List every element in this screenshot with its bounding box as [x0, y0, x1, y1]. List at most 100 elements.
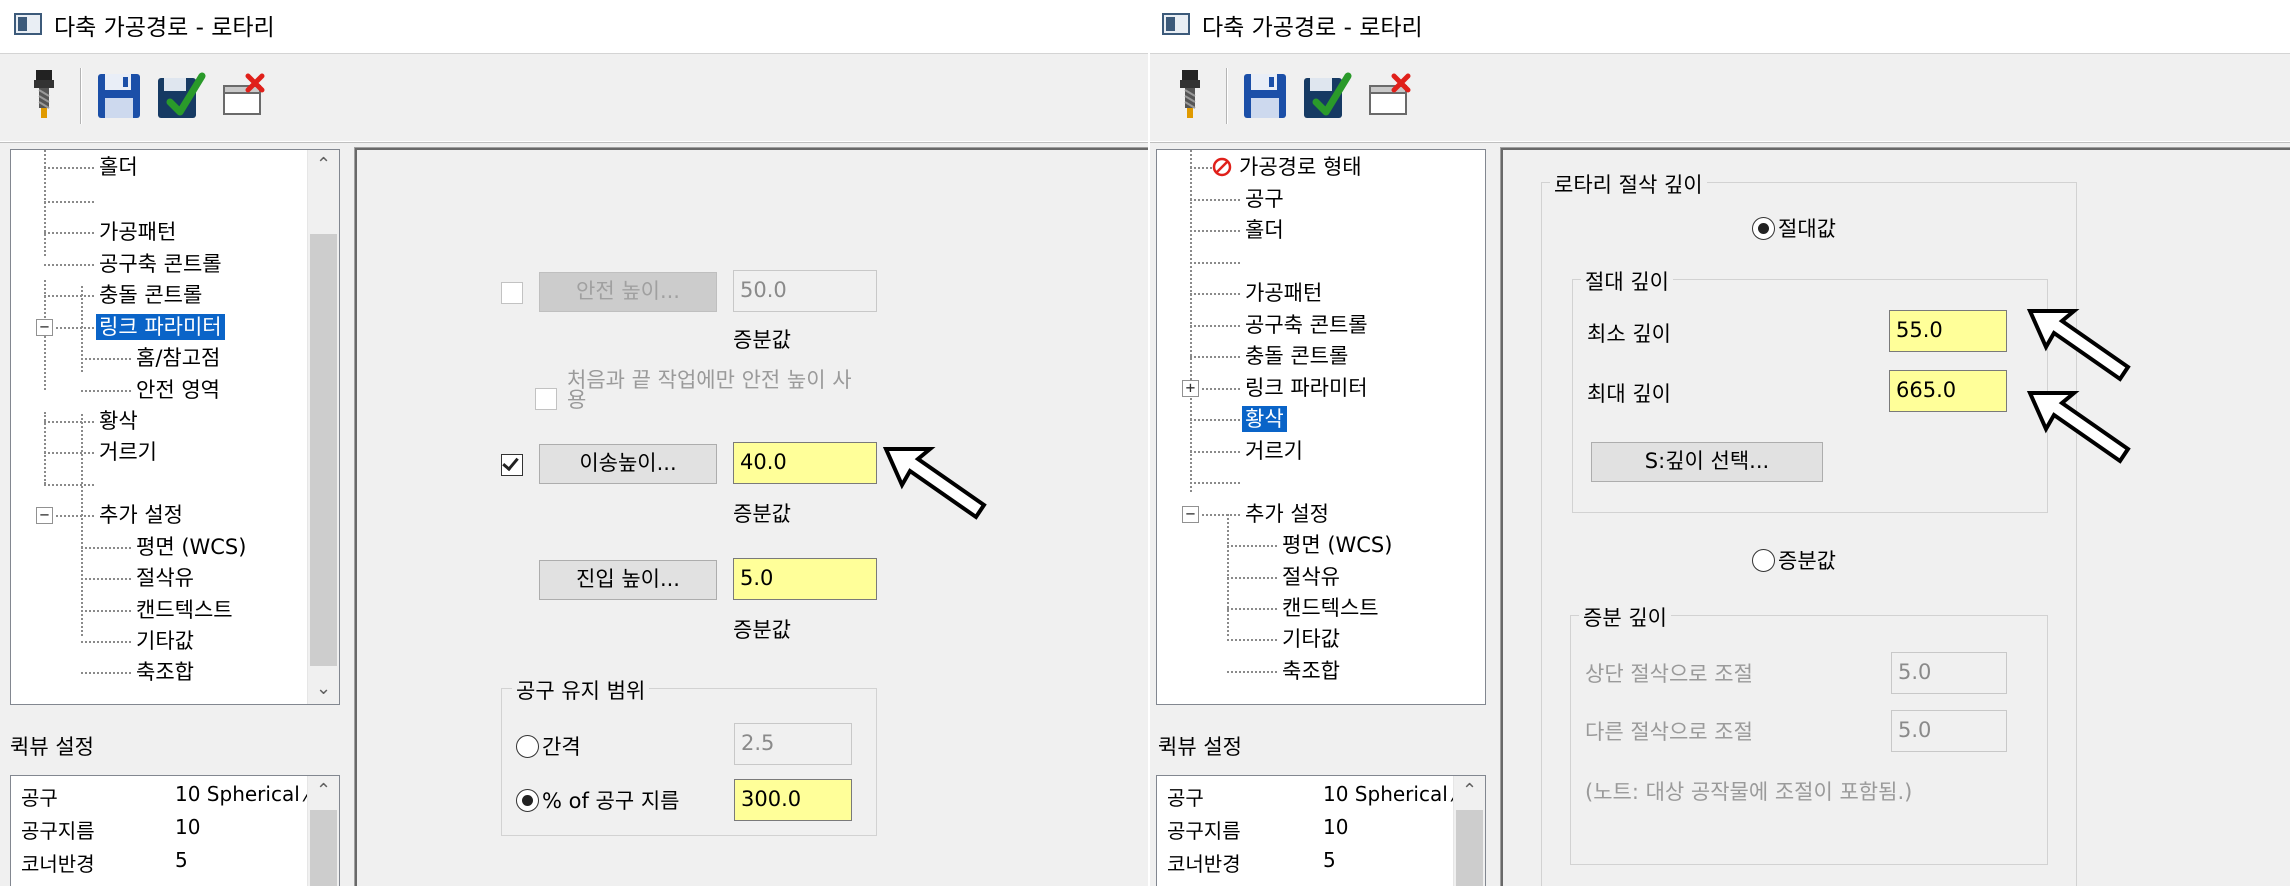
qv-value-tool-diameter: 10	[1323, 815, 1349, 839]
incremental-note: (노트: 대상 공작물에 조절이 포함됨.)	[1585, 780, 1913, 804]
tree-item-plane-wcs[interactable]: 평면 (WCS)	[1279, 532, 1395, 558]
tree-scrollbar[interactable]: ⌃ ⌄	[307, 150, 339, 704]
collapse-toggle-link-params[interactable]: −	[36, 319, 53, 336]
retract-height-checkbox[interactable]	[501, 453, 523, 476]
delete-icon[interactable]	[1364, 68, 1414, 124]
tree-item-toolpath-type[interactable]: 가공경로 형태	[1236, 154, 1365, 180]
plunge-height-mode[interactable]: 증분값	[733, 614, 791, 644]
plunge-height-field[interactable]: 5.0	[733, 558, 877, 600]
tree-item-plane-wcs[interactable]: 평면 (WCS)	[133, 534, 249, 560]
incremental-depth-group: 증분 깊이 상단 절삭으로 조절 5.0 다른 절삭으로 조절 5.0 (노트:…	[1570, 602, 2048, 865]
incremental-label: 증분값	[1778, 549, 1836, 573]
scroll-up-icon[interactable]: ⌃	[1454, 776, 1485, 806]
plunge-height-button[interactable]: 진입 높이...	[539, 560, 717, 600]
first-last-only-checkbox[interactable]	[535, 388, 557, 410]
tree-item-tool-axis-control[interactable]: 공구축 콘트롤	[1242, 312, 1371, 338]
quickview-scrollbar[interactable]: ⌃	[307, 776, 339, 886]
tree-item-canned-text[interactable]: 캔드텍스트	[1279, 595, 1382, 621]
gap-label: 간격	[542, 735, 581, 759]
endmill-icon[interactable]	[1166, 68, 1216, 124]
absolute-radio[interactable]	[1752, 217, 1775, 240]
scroll-thumb[interactable]	[1456, 810, 1483, 886]
quickview-label: 퀵뷰 설정	[10, 735, 94, 759]
other-cut-adjust-field[interactable]: 5.0	[1891, 710, 2007, 752]
safety-height-field[interactable]: 50.0	[733, 270, 877, 312]
tree-item-collision-control[interactable]: 충돌 콘트롤	[1242, 343, 1351, 369]
quickview-scrollbar[interactable]: ⌃	[1453, 776, 1485, 886]
right-window: 다축 가공경로 - 로타리 + − 가공경로 형태 공구 홀더 가공패턴 공구축…	[1150, 0, 2290, 886]
qv-value-corner-radius: 5	[1323, 848, 1336, 872]
collapse-toggle-extra-settings[interactable]: −	[36, 507, 53, 524]
roughing-panel: 로타리 절삭 깊이 절대값 절대 깊이 최소 깊이 55.0 최대 깊이 665…	[1500, 147, 2290, 886]
tree-item-axis-combination[interactable]: 축조합	[1279, 658, 1343, 684]
endmill-icon[interactable]	[20, 68, 70, 124]
incremental-radio[interactable]	[1752, 549, 1775, 572]
collapse-toggle-extra-settings[interactable]: −	[1182, 506, 1199, 523]
absolute-depth-group: 절대 깊이 최소 깊이 55.0 최대 깊이 665.0 S:깊이 선택...	[1572, 266, 2048, 513]
parameter-tree: + − 가공경로 형태 공구 홀더 가공패턴 공구축 콘트롤 충돌 콘트롤 링크…	[1156, 149, 1486, 705]
tree-item-misc-values[interactable]: 기타값	[1279, 626, 1343, 652]
retract-height-mode[interactable]: 증분값	[733, 498, 791, 528]
tree-item-canned-text[interactable]: 캔드텍스트	[133, 597, 236, 623]
tree-item-axis-combination[interactable]: 축조합	[133, 659, 197, 685]
absolute-label: 절대값	[1778, 217, 1836, 241]
retract-height-field[interactable]: 40.0	[733, 442, 877, 484]
other-cut-adjust-label: 다른 절삭으로 조절	[1585, 720, 1753, 744]
percent-tool-diameter-field[interactable]: 300.0	[734, 779, 852, 821]
percent-tool-diameter-radio[interactable]	[516, 789, 539, 812]
absolute-depth-title: 절대 깊이	[1581, 266, 1673, 296]
tree-item-link-parameters[interactable]: 링크 파라미터	[1242, 375, 1371, 401]
save-icon[interactable]	[1240, 68, 1290, 124]
tree-item-filter[interactable]: 거르기	[96, 439, 160, 465]
retract-height-button[interactable]: 이송높이...	[539, 444, 717, 484]
tree-item-tool[interactable]: 공구	[1242, 186, 1287, 212]
top-cut-adjust-field[interactable]: 5.0	[1891, 652, 2007, 694]
tree-item-misc-values[interactable]: 기타값	[133, 628, 197, 654]
safety-height-button[interactable]: 안전 높이...	[539, 272, 717, 312]
select-depth-button[interactable]: S:깊이 선택...	[1591, 442, 1823, 482]
quickview-list: 공구 10 Spherical ⁄ 공구지름 10 코너반경 5 ⌃	[10, 775, 340, 886]
safety-height-mode[interactable]: 증분값	[733, 324, 791, 354]
tree-item-cut-pattern[interactable]: 가공패턴	[1242, 280, 1325, 306]
tree-item-roughing[interactable]: 황삭	[96, 408, 141, 434]
scroll-up-icon[interactable]: ⌃	[308, 150, 339, 180]
toolbar	[0, 53, 1148, 141]
tree-item-coolant[interactable]: 절삭유	[1279, 564, 1343, 590]
scroll-up-icon[interactable]: ⌃	[308, 776, 339, 806]
app-window-icon	[1162, 13, 1190, 35]
tree-item-link-parameters[interactable]: 링크 파라미터	[96, 314, 225, 340]
link-parameters-panel: 안전 높이... 50.0 증분값 처음과 끝 작업에만 안전 높이 사용 이송…	[354, 147, 1148, 886]
max-depth-field[interactable]: 665.0	[1889, 370, 2007, 412]
scroll-down-icon[interactable]: ⌄	[308, 674, 339, 704]
first-last-only-label: 처음과 끝 작업에만 안전 높이 사용	[567, 368, 852, 412]
delete-icon[interactable]	[218, 68, 268, 124]
save-apply-icon[interactable]	[156, 68, 206, 124]
tree-item-tool-axis-control[interactable]: 공구축 콘트롤	[96, 251, 225, 277]
max-depth-label: 최대 깊이	[1587, 382, 1671, 406]
quickview-list: 공구 10 Spherical ⁄ 공구지름 10 코너반경 5 ⌃	[1156, 775, 1486, 886]
tree-item-collision-control[interactable]: 충돌 콘트롤	[96, 282, 205, 308]
window-title: 다축 가공경로 - 로타리	[54, 15, 275, 41]
tree-item-extra-settings[interactable]: 추가 설정	[96, 502, 186, 528]
tree-item-home-ref-point[interactable]: 홈/참고점	[133, 345, 223, 371]
percent-tool-diameter-label: % of 공구 지름	[542, 789, 680, 813]
tree-item-cut-pattern[interactable]: 가공패턴	[96, 219, 179, 245]
expand-toggle-link-params[interactable]: +	[1182, 380, 1199, 397]
tree-item-safety-zone[interactable]: 안전 영역	[133, 377, 223, 403]
scroll-thumb[interactable]	[310, 810, 337, 886]
gap-radio[interactable]	[516, 735, 539, 758]
tree-item-filter[interactable]: 거르기	[1242, 438, 1306, 464]
tree-item-holder[interactable]: 홀더	[1242, 217, 1287, 243]
save-icon[interactable]	[94, 68, 144, 124]
min-depth-field[interactable]: 55.0	[1889, 310, 2007, 352]
title-bar: 다축 가공경로 - 로타리	[1150, 0, 2290, 50]
title-bar: 다축 가공경로 - 로타리	[0, 0, 1148, 50]
save-apply-icon[interactable]	[1302, 68, 1352, 124]
tree-item-roughing[interactable]: 황삭	[1242, 406, 1287, 432]
tree-item-holder[interactable]: 홀더	[96, 154, 141, 180]
scroll-thumb[interactable]	[310, 234, 337, 666]
tree-item-coolant[interactable]: 절삭유	[133, 565, 197, 591]
gap-field[interactable]: 2.5	[734, 723, 852, 765]
tree-item-extra-settings[interactable]: 추가 설정	[1242, 501, 1332, 527]
safety-height-checkbox[interactable]	[501, 282, 523, 304]
